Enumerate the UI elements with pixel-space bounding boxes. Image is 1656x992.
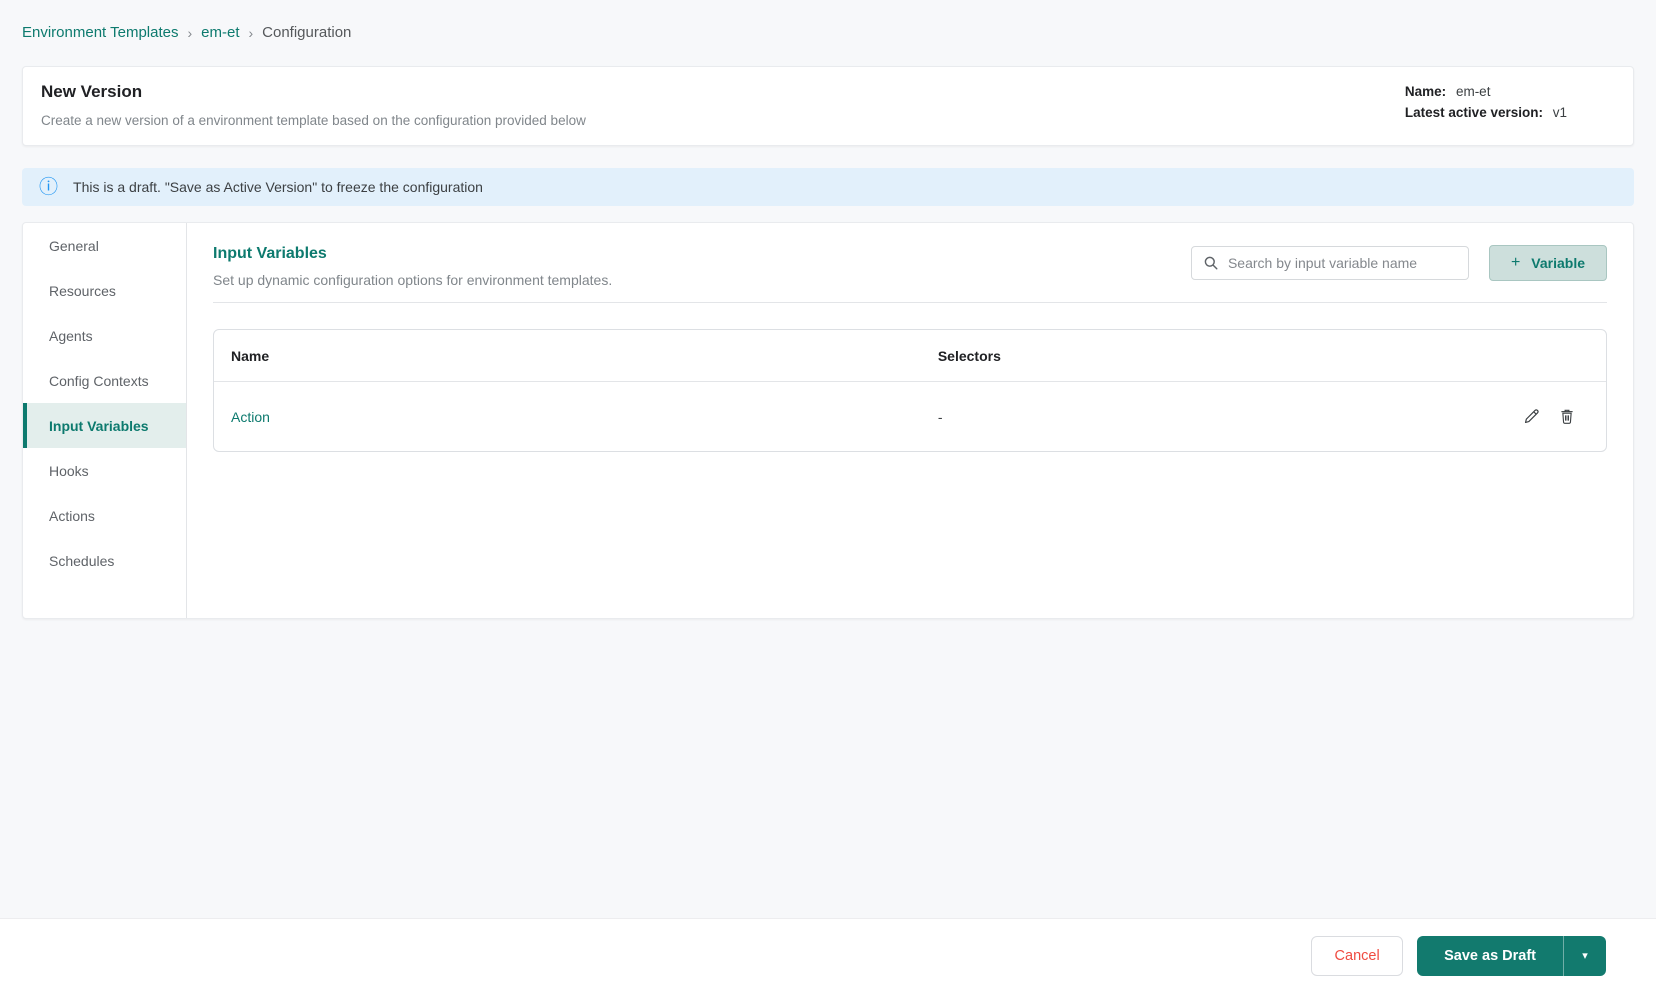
breadcrumb-separator: › <box>248 24 254 41</box>
plus-icon: + <box>1510 254 1521 271</box>
draft-info-banner: ⓘ This is a draft. "Save as Active Versi… <box>22 168 1634 206</box>
input-variables-panel: Input Variables Set up dynamic configura… <box>187 223 1633 618</box>
action-footer: Cancel Save as Draft ▾ <box>0 918 1656 992</box>
template-version-value: v1 <box>1552 105 1567 120</box>
add-variable-button[interactable]: + Variable <box>1488 245 1607 281</box>
breadcrumb-em-et[interactable]: em-et <box>201 24 239 41</box>
page-title: New Version <box>41 82 143 101</box>
tab-input-variables[interactable]: Input Variables <box>23 403 186 448</box>
column-header-name: Name <box>231 347 270 364</box>
trash-icon <box>1561 409 1573 424</box>
search-box[interactable] <box>1190 246 1469 280</box>
search-input[interactable] <box>1227 255 1457 271</box>
breadcrumb-current: Configuration <box>262 24 352 41</box>
input-variables-table: Name Selectors Action - <box>213 329 1607 452</box>
configuration-card: General Resources Agents Config Contexts… <box>22 222 1634 619</box>
breadcrumb-separator: › <box>187 24 193 41</box>
template-meta: Name: em-et Latest active version: v1 <box>1405 82 1615 130</box>
add-variable-label: Variable <box>1531 255 1585 271</box>
new-version-header-card: New Version Create a new version of a en… <box>22 66 1634 146</box>
template-name-value: em-et <box>1455 84 1491 99</box>
variable-selectors-cell: - <box>937 408 943 425</box>
template-version-row: Latest active version: v1 <box>1405 105 1567 120</box>
breadcrumb: Environment Templates › em-et › Configur… <box>22 0 1634 41</box>
tab-actions[interactable]: Actions <box>23 493 186 538</box>
chevron-down-icon: ▾ <box>1582 950 1588 962</box>
breadcrumb-environment-templates[interactable]: Environment Templates <box>22 24 178 41</box>
tab-resources[interactable]: Resources <box>23 268 186 313</box>
config-section-tabs: General Resources Agents Config Contexts… <box>23 223 187 618</box>
template-name-row: Name: em-et <box>1405 84 1567 99</box>
table-row: Action - <box>214 382 1606 451</box>
header-text-block: New Version Create a new version of a en… <box>41 82 586 130</box>
save-button-group: Save as Draft ▾ <box>1417 935 1606 976</box>
panel-divider <box>213 302 1607 303</box>
panel-title: Input Variables <box>213 245 327 262</box>
delete-variable-button[interactable] <box>1558 407 1576 426</box>
panel-subtitle: Set up dynamic configuration options for… <box>213 272 613 288</box>
search-icon <box>1204 256 1218 270</box>
page: Environment Templates › em-et › Configur… <box>0 0 1656 619</box>
panel-header-actions: + Variable <box>1190 245 1607 281</box>
tab-agents[interactable]: Agents <box>23 313 186 358</box>
variable-name-link[interactable]: Action <box>231 409 270 425</box>
cancel-button[interactable]: Cancel <box>1311 935 1404 976</box>
info-icon: ⓘ <box>39 176 59 198</box>
panel-header: Input Variables Set up dynamic configura… <box>213 245 1607 288</box>
variable-name-cell: Action <box>214 409 938 425</box>
save-as-draft-button[interactable]: Save as Draft <box>1417 936 1563 976</box>
save-options-dropdown-button[interactable]: ▾ <box>1564 936 1606 976</box>
template-name-label: Name: <box>1404 84 1447 99</box>
page-subtitle: Create a new version of a environment te… <box>41 113 586 128</box>
table-header-row: Name Selectors <box>214 330 1606 382</box>
template-version-label: Latest active version: <box>1404 105 1543 120</box>
draft-info-text: This is a draft. "Save as Active Version… <box>73 179 483 195</box>
edit-variable-button[interactable] <box>1522 407 1541 426</box>
pencil-icon <box>1524 409 1539 424</box>
tab-config-contexts[interactable]: Config Contexts <box>23 358 186 403</box>
column-header-selectors: Selectors <box>937 347 1001 364</box>
panel-title-block: Input Variables Set up dynamic configura… <box>213 245 612 288</box>
tab-general[interactable]: General <box>23 223 186 268</box>
tab-hooks[interactable]: Hooks <box>23 448 186 493</box>
tab-schedules[interactable]: Schedules <box>23 538 186 583</box>
row-actions <box>1522 407 1606 426</box>
